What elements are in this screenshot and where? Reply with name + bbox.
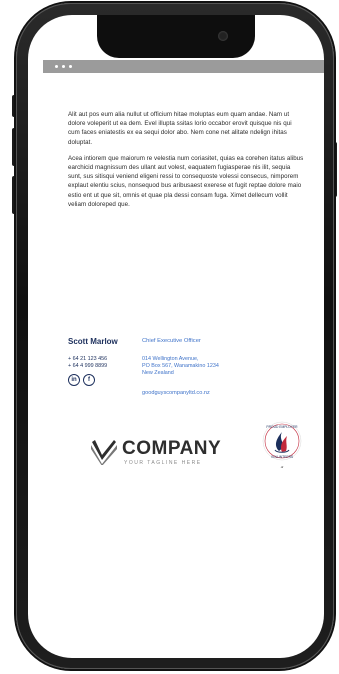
company-mark-icon bbox=[91, 440, 117, 465]
dot-icon bbox=[55, 65, 58, 68]
signature-name: Scott Marlow bbox=[68, 337, 118, 346]
company-logo: COMPANY YOUR TAGLINE HERE bbox=[90, 438, 240, 478]
social-links: in f bbox=[68, 374, 95, 386]
svg-text:PROUD EMPLOYER: PROUD EMPLOYER bbox=[266, 425, 298, 429]
camera-icon bbox=[218, 31, 228, 41]
proud-employer-badge: PROUD EMPLOYER VOLUNTEERS of bbox=[262, 421, 302, 469]
dot-icon bbox=[62, 65, 65, 68]
phone-line[interactable]: + 64 21 123 456 bbox=[68, 356, 107, 363]
signature-title: Chief Executive Officer bbox=[142, 338, 201, 344]
stage: Alit aut pos eum alia nullut ut officium… bbox=[0, 0, 339, 674]
address-line: New Zealand bbox=[142, 370, 174, 376]
website-link[interactable]: goodguyscompanyltd.co.nz bbox=[142, 390, 210, 396]
address-line: PO Box 567, Wanamakino 1234 bbox=[142, 363, 219, 369]
company-name: COMPANY bbox=[122, 438, 222, 459]
signature-address: 014 Wellington Avenue, PO Box 567, Wanam… bbox=[142, 356, 219, 377]
dot-icon bbox=[69, 65, 72, 68]
phone-line[interactable]: + 64 4 999 8899 bbox=[68, 363, 107, 370]
company-tagline: YOUR TAGLINE HERE bbox=[124, 460, 202, 466]
linkedin-icon[interactable]: in bbox=[68, 374, 80, 386]
email-signature: Scott Marlow Chief Executive Officer + 6… bbox=[68, 337, 304, 399]
phone-notch bbox=[97, 15, 255, 58]
browser-menu[interactable] bbox=[55, 65, 72, 68]
browser-bar bbox=[43, 60, 324, 73]
facebook-icon[interactable]: f bbox=[83, 374, 95, 386]
email-paragraph: Alit aut pos eum alia nullut ut officium… bbox=[68, 111, 292, 146]
phone-screen: Alit aut pos eum alia nullut ut officium… bbox=[28, 15, 324, 658]
svg-text:VOLUNTEERS: VOLUNTEERS bbox=[271, 455, 294, 459]
email-paragraph: Acea intiorem que maiorum re velestia nu… bbox=[68, 154, 304, 208]
email-body: Alit aut pos eum alia nullut ut officium… bbox=[68, 110, 304, 216]
address-line: 014 Wellington Avenue, bbox=[142, 356, 199, 362]
signature-phones: + 64 21 123 456 + 64 4 999 8899 bbox=[68, 356, 107, 370]
svg-text:of: of bbox=[281, 465, 284, 469]
